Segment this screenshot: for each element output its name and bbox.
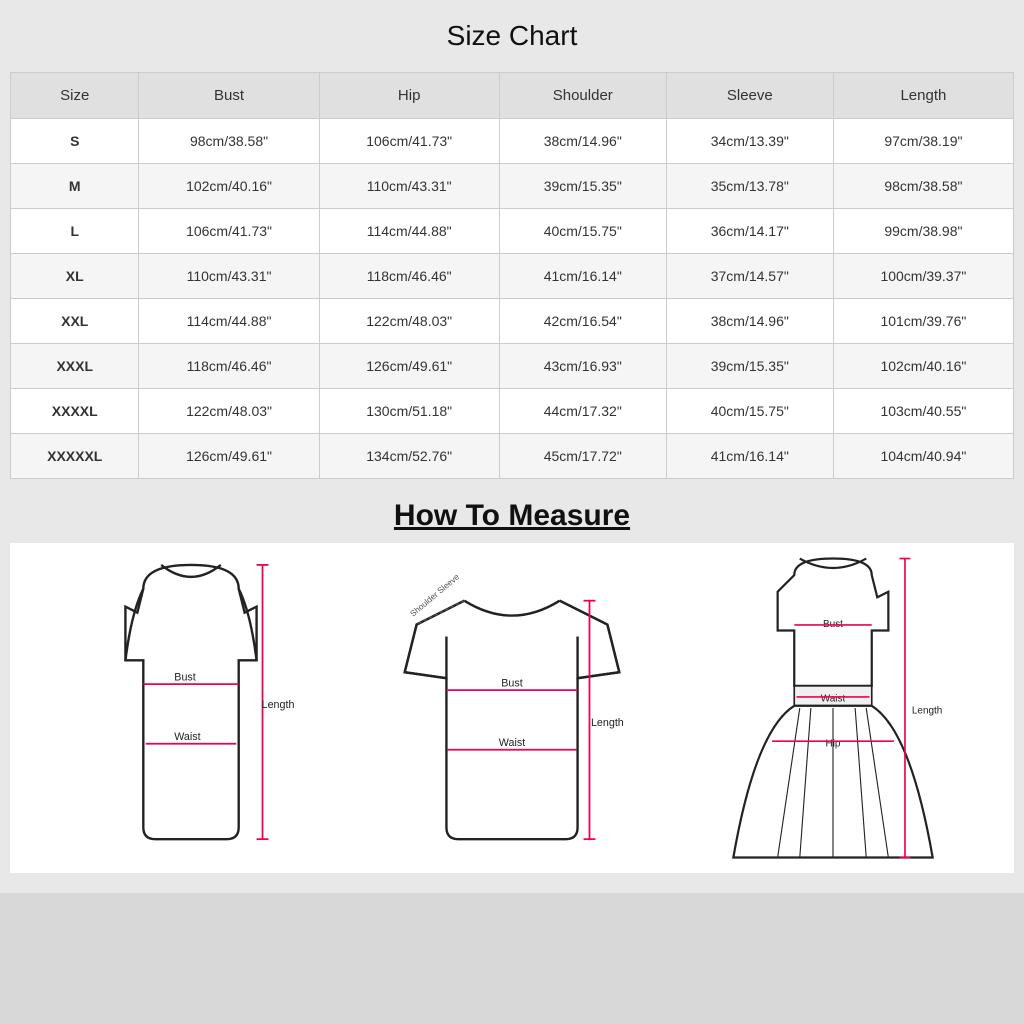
measurement-cell: 98cm/38.58"	[833, 164, 1013, 209]
svg-text:Length: Length	[912, 706, 942, 717]
measurement-cell: 103cm/40.55"	[833, 389, 1013, 434]
tank-svg: Bust Waist Length	[41, 553, 341, 863]
measurement-cell: 110cm/43.31"	[139, 254, 319, 299]
table-header-cell: Sleeve	[666, 73, 833, 119]
size-cell: XXXXXL	[11, 434, 139, 479]
measurement-cell: 39cm/15.35"	[666, 344, 833, 389]
measurement-cell: 126cm/49.61"	[139, 434, 319, 479]
table-row: XXXL118cm/46.46"126cm/49.61"43cm/16.93"3…	[11, 344, 1014, 389]
measurement-cell: 44cm/17.32"	[499, 389, 666, 434]
svg-text:Waist: Waist	[174, 731, 200, 743]
table-header-cell: Bust	[139, 73, 319, 119]
page-wrapper: Size Chart SizeBustHipShoulderSleeveLeng…	[0, 0, 1024, 893]
measurement-cell: 110cm/43.31"	[319, 164, 499, 209]
measurement-cell: 40cm/15.75"	[499, 209, 666, 254]
table-row: L106cm/41.73"114cm/44.88"40cm/15.75"36cm…	[11, 209, 1014, 254]
svg-text:Length: Length	[261, 699, 294, 711]
table-body: S98cm/38.58"106cm/41.73"38cm/14.96"34cm/…	[11, 119, 1014, 479]
measurement-cell: 41cm/16.14"	[499, 254, 666, 299]
table-row: XL110cm/43.31"118cm/46.46"41cm/16.14"37c…	[11, 254, 1014, 299]
measurement-cell: 106cm/41.73"	[319, 119, 499, 164]
measurement-cell: 45cm/17.72"	[499, 434, 666, 479]
svg-text:Shoulder Sleeve: Shoulder Sleeve	[408, 571, 462, 618]
diagrams-row: Bust Waist Length	[10, 543, 1014, 873]
table-row: XXXXL122cm/48.03"130cm/51.18"44cm/17.32"…	[11, 389, 1014, 434]
diagram-dress: Bust Waist Hip Length	[683, 553, 983, 863]
measurement-cell: 130cm/51.18"	[319, 389, 499, 434]
measurement-cell: 40cm/15.75"	[666, 389, 833, 434]
measurement-cell: 34cm/13.39"	[666, 119, 833, 164]
table-header-cell: Hip	[319, 73, 499, 119]
svg-text:Bust: Bust	[501, 678, 522, 690]
table-header-row: SizeBustHipShoulderSleeveLength	[11, 73, 1014, 119]
measurement-cell: 39cm/15.35"	[499, 164, 666, 209]
table-header-cell: Size	[11, 73, 139, 119]
svg-text:Length: Length	[591, 717, 624, 729]
measurement-cell: 38cm/14.96"	[499, 119, 666, 164]
measurement-cell: 101cm/39.76"	[833, 299, 1013, 344]
size-cell: L	[11, 209, 139, 254]
table-header-cell: Length	[833, 73, 1013, 119]
measurement-cell: 122cm/48.03"	[319, 299, 499, 344]
table-row: M102cm/40.16"110cm/43.31"39cm/15.35"35cm…	[11, 164, 1014, 209]
table-row: S98cm/38.58"106cm/41.73"38cm/14.96"34cm/…	[11, 119, 1014, 164]
measurement-cell: 100cm/39.37"	[833, 254, 1013, 299]
measurement-cell: 97cm/38.19"	[833, 119, 1013, 164]
measurement-cell: 102cm/40.16"	[139, 164, 319, 209]
measurement-cell: 106cm/41.73"	[139, 209, 319, 254]
how-to-measure-title: How To Measure	[10, 499, 1014, 533]
measurement-cell: 104cm/40.94"	[833, 434, 1013, 479]
measurement-cell: 35cm/13.78"	[666, 164, 833, 209]
table-row: XXL114cm/44.88"122cm/48.03"42cm/16.54"38…	[11, 299, 1014, 344]
measurement-cell: 42cm/16.54"	[499, 299, 666, 344]
size-cell: XXXL	[11, 344, 139, 389]
measurement-cell: 114cm/44.88"	[319, 209, 499, 254]
measurement-cell: 99cm/38.98"	[833, 209, 1013, 254]
size-table: SizeBustHipShoulderSleeveLength S98cm/38…	[10, 72, 1014, 479]
svg-text:Waist: Waist	[821, 693, 846, 704]
measurement-cell: 38cm/14.96"	[666, 299, 833, 344]
measurement-cell: 134cm/52.76"	[319, 434, 499, 479]
svg-text:Bust: Bust	[174, 672, 195, 684]
measurement-cell: 36cm/14.17"	[666, 209, 833, 254]
dress-svg: Bust Waist Hip Length	[683, 553, 983, 863]
measurement-cell: 118cm/46.46"	[139, 344, 319, 389]
measurement-cell: 102cm/40.16"	[833, 344, 1013, 389]
size-cell: XXXXL	[11, 389, 139, 434]
measurement-cell: 126cm/49.61"	[319, 344, 499, 389]
size-cell: XXL	[11, 299, 139, 344]
table-row: XXXXXL126cm/49.61"134cm/52.76"45cm/17.72…	[11, 434, 1014, 479]
measurement-cell: 118cm/46.46"	[319, 254, 499, 299]
measurement-cell: 37cm/14.57"	[666, 254, 833, 299]
diagram-tshirt: Shoulder Sleeve Bust Waist Length	[362, 553, 662, 863]
size-cell: S	[11, 119, 139, 164]
diagram-tank: Bust Waist Length	[41, 553, 341, 863]
measurement-cell: 122cm/48.03"	[139, 389, 319, 434]
measurement-cell: 114cm/44.88"	[139, 299, 319, 344]
measurement-cell: 98cm/38.58"	[139, 119, 319, 164]
measurement-cell: 41cm/16.14"	[666, 434, 833, 479]
size-cell: M	[11, 164, 139, 209]
page-title: Size Chart	[10, 20, 1014, 52]
size-cell: XL	[11, 254, 139, 299]
tshirt-svg: Shoulder Sleeve Bust Waist Length	[362, 553, 662, 863]
table-header-cell: Shoulder	[499, 73, 666, 119]
measurement-cell: 43cm/16.93"	[499, 344, 666, 389]
svg-text:Waist: Waist	[499, 737, 525, 749]
